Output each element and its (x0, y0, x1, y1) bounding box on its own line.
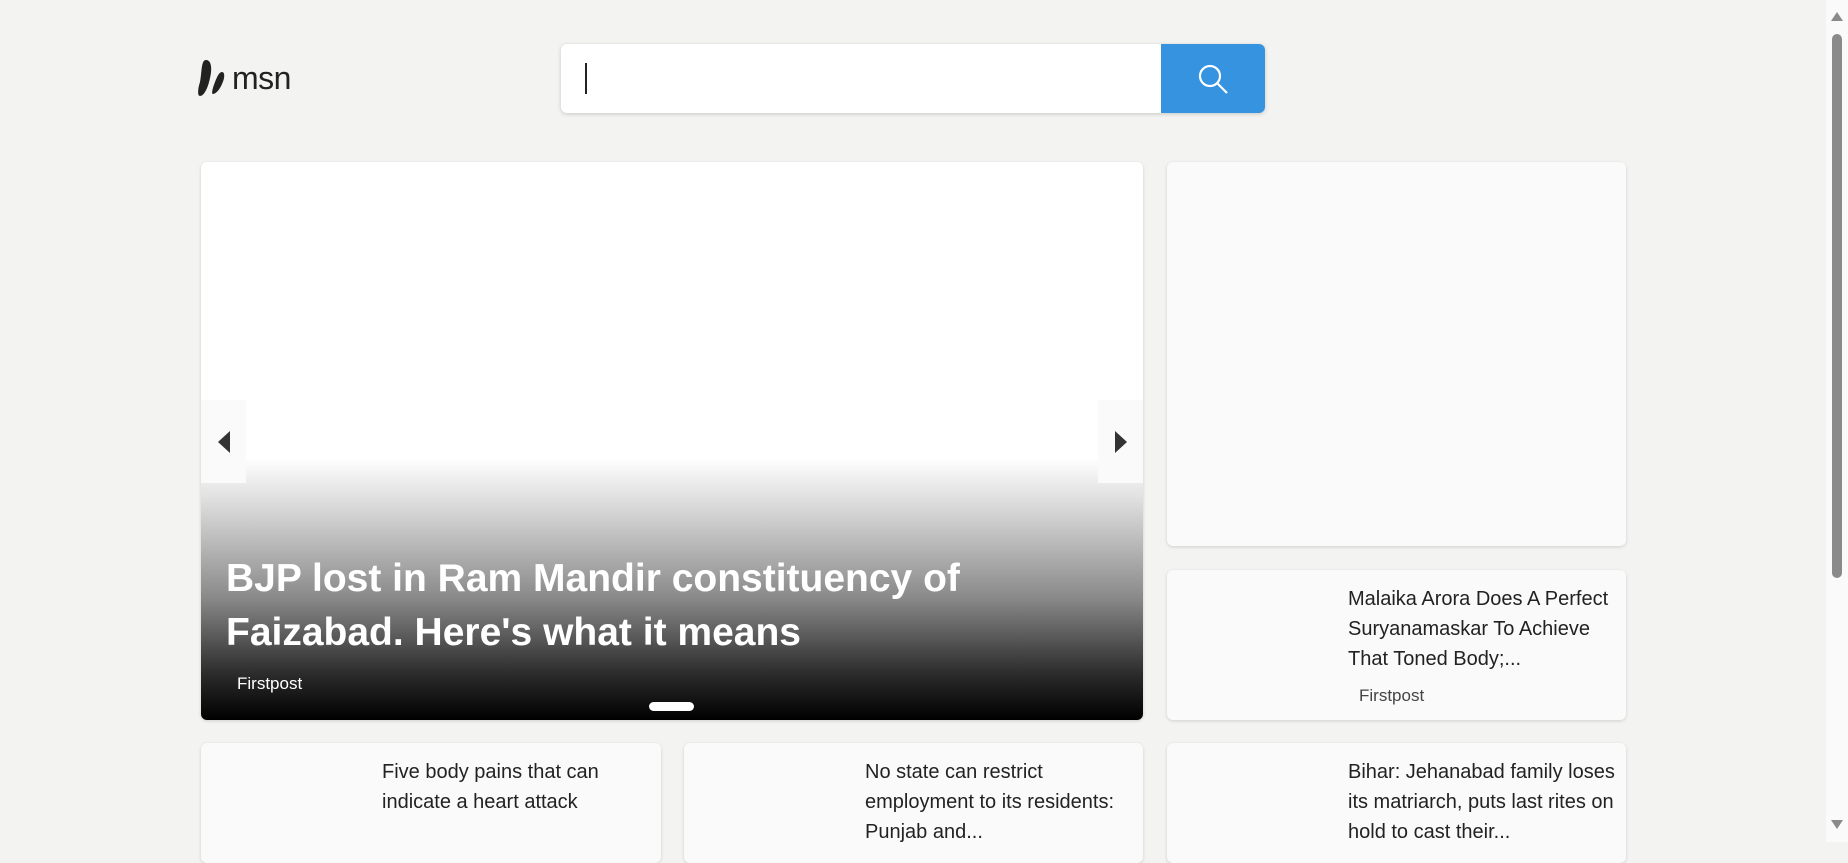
story-card[interactable]: Bihar: Jehanabad family loses its matria… (1167, 743, 1626, 863)
story-title[interactable]: Bihar: Jehanabad family loses its matria… (1348, 757, 1623, 847)
hero-source: Firstpost (237, 674, 303, 693)
carousel-indicator[interactable] (649, 702, 694, 711)
story-card[interactable]: Five body pains that can indicate a hear… (201, 743, 661, 863)
caret-left-icon (217, 430, 230, 453)
scroll-up-icon[interactable] (1831, 12, 1843, 21)
search-bar (561, 44, 1265, 113)
caret-right-icon (1114, 430, 1127, 453)
story-title[interactable]: No state can restrict employment to its … (865, 757, 1140, 847)
scrollbar-thumb[interactable] (1832, 34, 1842, 578)
story-title[interactable]: Malaika Arora Does A Perfect Suryanamask… (1348, 584, 1623, 674)
story-card[interactable]: No state can restrict employment to its … (684, 743, 1143, 863)
logo-text: msn (232, 59, 291, 96)
side-image-card[interactable] (1167, 162, 1626, 546)
search-button[interactable] (1161, 44, 1265, 113)
msn-logo[interactable]: msn (198, 58, 291, 98)
story-card[interactable]: Malaika Arora Does A Perfect Suryanamask… (1167, 570, 1626, 720)
hero-headline[interactable]: BJP lost in Ram Mandir constituency of F… (226, 552, 1046, 660)
scrollbar[interactable] (1826, 0, 1848, 842)
scroll-down-icon[interactable] (1831, 820, 1843, 829)
carousel-prev-button[interactable] (201, 400, 246, 483)
text-caret (585, 63, 587, 94)
story-title[interactable]: Five body pains that can indicate a hear… (382, 757, 657, 817)
search-icon (1198, 64, 1228, 94)
story-source: Firstpost (1359, 686, 1425, 705)
search-input[interactable] (561, 44, 1161, 113)
hero-carousel[interactable]: BJP lost in Ram Mandir constituency of F… (201, 162, 1143, 720)
butterfly-icon (198, 60, 225, 96)
carousel-next-button[interactable] (1098, 400, 1143, 483)
